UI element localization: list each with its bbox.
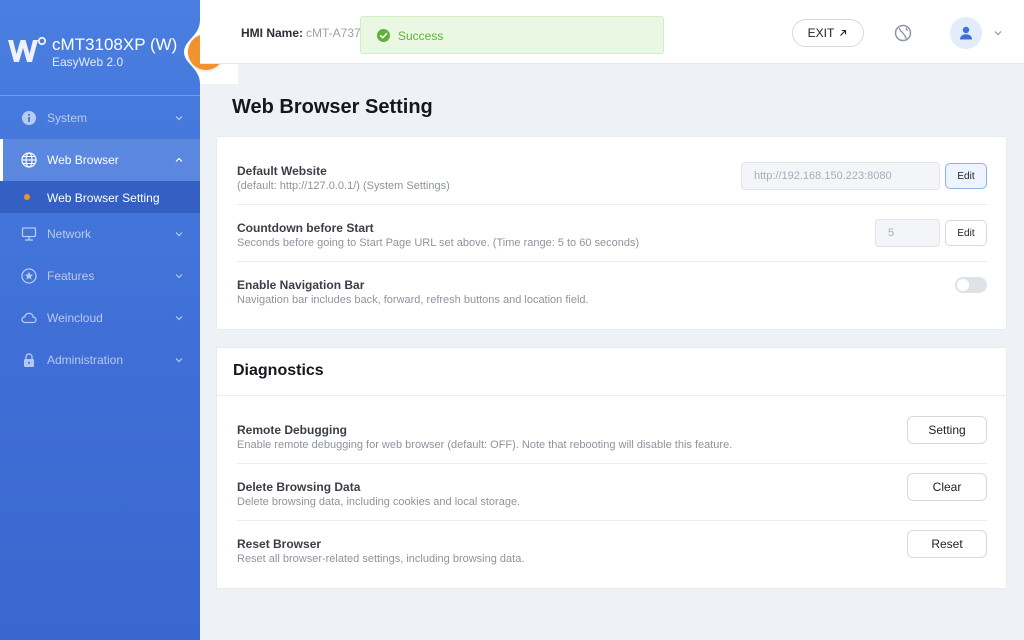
chevron-down-icon	[175, 116, 183, 121]
hmi-name-label: HMI Name:	[241, 26, 304, 40]
success-toast: Success	[360, 16, 664, 54]
device-model: cMT3108XP (W)	[52, 35, 178, 54]
setting-description: (default: http://127.0.0.1/) (System Set…	[237, 180, 450, 192]
sidebar-item-label: Network	[47, 227, 92, 241]
language-globe-icon[interactable]	[894, 24, 912, 42]
exit-button[interactable]: EXIT	[792, 19, 864, 47]
toggle-knob	[957, 279, 969, 291]
user-icon	[960, 26, 972, 40]
external-arrow-icon	[840, 29, 847, 36]
sidebar-nav: System Web Browser Web Browser Setting N…	[0, 97, 200, 381]
setting-title: Default Website	[237, 164, 327, 178]
setting-title: Delete Browsing Data	[237, 480, 361, 494]
reset-browser-button[interactable]: Reset	[907, 530, 987, 558]
exit-label: EXIT	[807, 26, 835, 40]
page-title: Web Browser Setting	[232, 96, 433, 118]
sidebar-item-network[interactable]: Network	[0, 213, 200, 255]
setting-description: Reset all browser-related settings, incl…	[237, 553, 525, 565]
diagnostics-title: Diagnostics	[233, 362, 324, 379]
app-version: EasyWeb 2.0	[52, 55, 124, 69]
active-dot	[24, 194, 30, 200]
chevron-down-icon	[175, 232, 183, 237]
remote-debugging-setting-button[interactable]: Setting	[907, 416, 987, 444]
setting-description: Delete browsing data, including cookies …	[237, 496, 521, 508]
top-bar: HMI Name: cMT-A737 Success EXIT	[200, 0, 1024, 64]
toast-message: Success	[398, 29, 444, 43]
remote-debugging-row: Remote Debugging Enable remote debugging…	[237, 407, 987, 464]
globe-icon	[21, 152, 37, 168]
clear-browsing-data-button[interactable]: Clear	[907, 473, 987, 501]
check-circle-icon	[377, 29, 390, 42]
chevron-up-icon	[175, 157, 183, 162]
setting-description: Seconds before going to Start Page URL s…	[237, 237, 640, 249]
sidebar-item-label: Features	[47, 269, 95, 283]
chevron-down-icon[interactable]	[993, 28, 1003, 38]
info-icon	[22, 111, 36, 125]
sidebar-item-web-browser[interactable]: Web Browser	[0, 139, 200, 181]
setting-title: Remote Debugging	[237, 423, 347, 437]
lock-icon	[24, 353, 34, 367]
sidebar-item-label: System	[47, 111, 88, 125]
chevron-down-icon	[175, 358, 183, 363]
sidebar-subitem-web-browser-setting[interactable]: Web Browser Setting	[0, 181, 200, 213]
chevron-down-icon	[175, 274, 183, 279]
chevron-down-icon	[175, 316, 183, 321]
sidebar-item-system[interactable]: System	[0, 97, 200, 139]
edit-default-website-button[interactable]: Edit	[945, 163, 987, 189]
setting-title: Reset Browser	[237, 537, 322, 551]
countdown-row: Countdown before Start Seconds before go…	[237, 205, 987, 262]
sidebar-item-features[interactable]: Features	[0, 255, 200, 297]
monitor-network-icon	[21, 227, 37, 241]
brand: cMT3108XP (W) EasyWeb 2.0	[0, 0, 200, 96]
countdown-input[interactable]: 5	[875, 219, 940, 247]
user-avatar-button[interactable]	[950, 17, 982, 49]
hmi-name-value: cMT-A737	[306, 26, 361, 40]
setting-title: Countdown before Start	[237, 221, 374, 235]
setting-description: Enable remote debugging for web browser …	[237, 439, 733, 451]
sidebar-subitem-label: Web Browser Setting	[47, 191, 160, 205]
default-website-row: Default Website (default: http://127.0.0…	[237, 148, 987, 205]
diagnostics-header: Diagnostics	[217, 348, 1006, 396]
diagnostics-card: Diagnostics Remote Debugging Enable remo…	[216, 347, 1007, 589]
sidebar-item-label: Weincloud	[47, 311, 103, 325]
weintek-logo-icon	[8, 36, 46, 62]
sidebar-item-administration[interactable]: Administration	[0, 339, 200, 381]
setting-description: Navigation bar includes back, forward, r…	[237, 294, 589, 306]
default-website-input[interactable]: http://192.168.150.223:8080	[741, 162, 940, 190]
browser-settings-card: Default Website (default: http://127.0.0…	[216, 136, 1007, 330]
cloud-icon	[21, 312, 37, 324]
sidebar-item-label: Administration	[47, 353, 124, 367]
delete-browsing-data-row: Delete Browsing Data Delete browsing dat…	[237, 464, 987, 521]
navigation-bar-row: Enable Navigation Bar Navigation bar inc…	[237, 262, 987, 319]
navigation-bar-toggle[interactable]	[955, 277, 987, 293]
edit-countdown-button[interactable]: Edit	[945, 220, 987, 246]
star-icon	[21, 268, 37, 284]
sidebar-item-label: Web Browser	[47, 153, 119, 167]
reset-browser-row: Reset Browser Reset all browser-related …	[237, 521, 987, 578]
sidebar: cMT3108XP (W) EasyWeb 2.0 System Web Bro…	[0, 0, 238, 640]
sidebar-item-weincloud[interactable]: Weincloud	[0, 297, 200, 339]
setting-title: Enable Navigation Bar	[237, 278, 365, 292]
